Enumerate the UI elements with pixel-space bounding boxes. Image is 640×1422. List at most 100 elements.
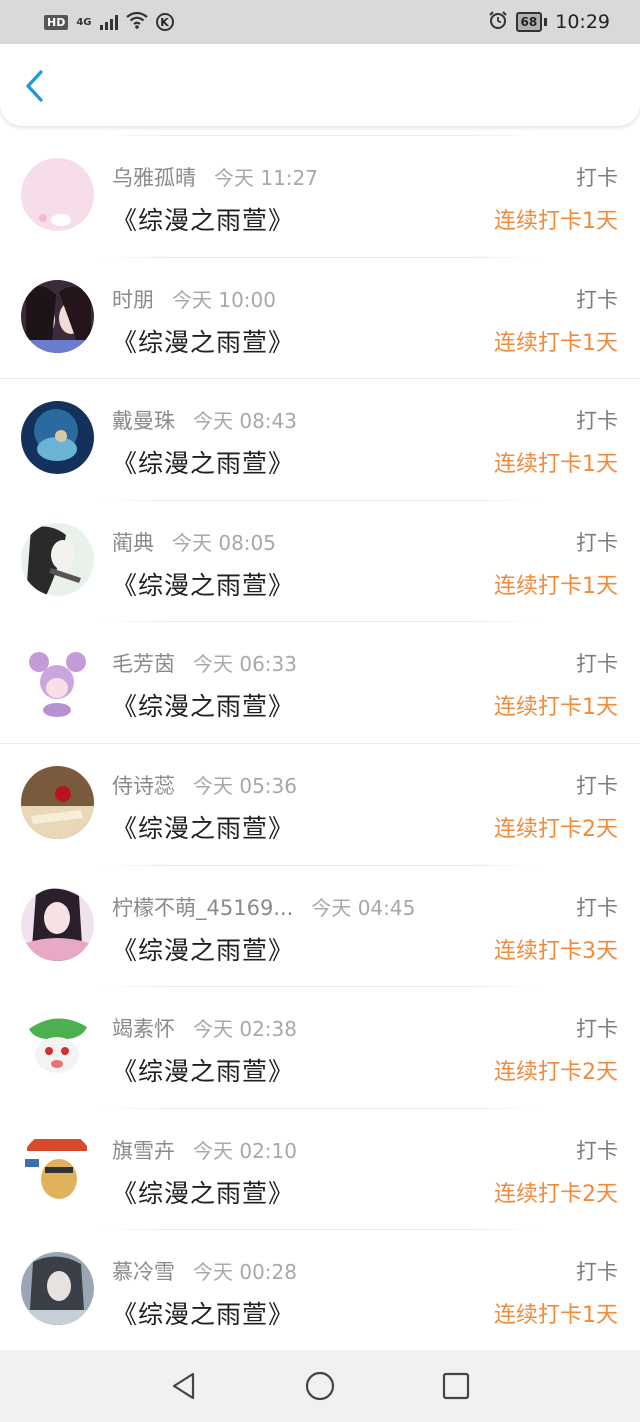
list-item[interactable]: 蔺典 今天 08:05 《综漫之雨萱》 打卡 连续打卡1天	[0, 499, 640, 622]
divider	[100, 864, 540, 866]
status-right: 68 10:29	[488, 10, 610, 35]
streak-count: 连续打卡1天	[494, 1303, 618, 1329]
user-name: 毛芳茵 今天 06:33	[112, 652, 297, 677]
book-title: 《综漫之雨萱》	[112, 206, 295, 235]
status-left: HD 4G K	[44, 11, 174, 34]
checkin-type: 打卡	[576, 409, 618, 434]
book-title: 《综漫之雨萱》	[112, 1178, 295, 1208]
avatar[interactable]	[21, 401, 94, 475]
signal-icon	[99, 14, 118, 30]
avatar[interactable]	[21, 765, 94, 839]
list-item[interactable]: 侍诗蕊 今天 05:36 《综漫之雨萱》 打卡 连续打卡2天	[0, 742, 640, 865]
avatar[interactable]	[21, 158, 94, 231]
list-item[interactable]: 乌雅孤晴 今天 11:27 《综漫之雨萱》 打卡 连续打卡1天	[0, 135, 640, 257]
avatar[interactable]	[21, 1009, 94, 1083]
streak-count: 连续打卡1天	[494, 209, 618, 234]
checkin-type: 打卡	[576, 1138, 618, 1163]
divider	[0, 742, 640, 744]
avatar[interactable]	[21, 887, 94, 961]
list-item[interactable]: 柠檬不萌_45169... 今天 04:45 《综漫之雨萱》 打卡 连续打卡3天	[0, 864, 640, 987]
avatar[interactable]	[21, 1130, 94, 1204]
checkin-type: 打卡	[576, 1260, 618, 1285]
list-item[interactable]: 戴曼珠 今天 08:43 《综漫之雨萱》 打卡 连续打卡1天	[0, 378, 640, 500]
user-name: 时朋 今天 10:00	[112, 287, 276, 312]
battery-icon: 68	[515, 12, 543, 32]
streak-count: 连续打卡2天	[494, 1060, 618, 1086]
streak-count: 连续打卡2天	[494, 816, 618, 842]
checkin-time: 今天 02:38	[193, 1017, 297, 1042]
system-nav-bar	[0, 1350, 640, 1422]
nav-recents-button[interactable]	[436, 1366, 476, 1406]
divider	[100, 986, 540, 988]
k-badge-icon: K	[155, 13, 174, 31]
checkin-time: 今天 05:36	[193, 773, 297, 798]
divider	[100, 135, 540, 136]
streak-count: 连续打卡3天	[494, 938, 618, 964]
checkin-type: 打卡	[576, 287, 618, 312]
nav-home-button[interactable]	[300, 1366, 340, 1406]
back-button[interactable]	[14, 66, 54, 106]
checkin-type: 打卡	[576, 166, 618, 190]
divider	[100, 256, 540, 258]
streak-count: 连续打卡1天	[494, 573, 618, 599]
avatar[interactable]	[21, 279, 94, 353]
checkin-list: 乌雅孤晴 今天 11:27 《综漫之雨萱》 打卡 连续打卡1天 时朋 今天 10:0…	[0, 135, 640, 1351]
list-item[interactable]: 竭素怀 今天 02:38 《综漫之雨萱》 打卡 连续打卡2天	[0, 986, 640, 1108]
checkin-time: 今天 04:45	[311, 895, 416, 920]
user-name: 乌雅孤晴 今天 11:27	[112, 166, 318, 190]
triangle-back-icon	[172, 1372, 195, 1400]
streak-count: 连续打卡1天	[494, 330, 618, 356]
user-name: 戴曼珠 今天 08:43	[112, 409, 297, 434]
list-item[interactable]: 慕冷雪 今天 00:28 《综漫之雨萱》 打卡 连续打卡1天	[0, 1229, 640, 1351]
checkin-time: 今天 10:00	[172, 287, 276, 312]
list-item[interactable]: 毛芳茵 今天 06:33 《综漫之雨萱》 打卡 连续打卡1天	[0, 621, 640, 743]
divider	[100, 1229, 540, 1231]
book-title: 《综漫之雨萱》	[112, 1057, 295, 1087]
checkin-time: 今天 06:33	[193, 652, 297, 677]
streak-count: 连续打卡2天	[494, 1181, 618, 1207]
user-name: 柠檬不萌_45169... 今天 04:45	[112, 895, 416, 920]
user-name: 蔺典 今天 08:05	[112, 530, 276, 555]
alarm-icon	[488, 10, 508, 35]
divider	[100, 499, 540, 501]
book-title: 《综漫之雨萱》	[112, 813, 295, 843]
avatar[interactable]	[21, 1252, 94, 1326]
battery-cap	[544, 18, 548, 26]
user-name: 慕冷雪 今天 00:28	[112, 1260, 297, 1285]
divider	[0, 378, 640, 380]
status-bar: HD 4G K 68 10:29	[0, 0, 640, 44]
checkin-time: 今天 08:05	[172, 530, 276, 555]
avatar[interactable]	[21, 644, 94, 718]
divider	[100, 621, 540, 623]
network-type: 4G	[76, 16, 92, 28]
user-name: 竭素怀 今天 02:38	[112, 1017, 297, 1042]
book-title: 《综漫之雨萱》	[112, 1300, 295, 1330]
divider	[100, 1107, 540, 1109]
checkin-type: 打卡	[576, 652, 618, 677]
avatar[interactable]	[21, 522, 94, 596]
book-title: 《综漫之雨萱》	[112, 570, 295, 600]
user-name: 旗雪卉 今天 02:10	[112, 1138, 297, 1163]
checkin-time: 今天 02:10	[193, 1138, 297, 1163]
book-title: 《综漫之雨萱》	[112, 935, 295, 965]
wifi-icon	[125, 11, 148, 34]
streak-count: 连续打卡1天	[494, 695, 618, 721]
checkin-time: 今天 11:27	[214, 166, 318, 190]
book-title: 《综漫之雨萱》	[112, 692, 295, 722]
checkin-type: 打卡	[576, 1017, 618, 1042]
chevron-left-icon	[26, 70, 43, 102]
book-title: 《综漫之雨萱》	[112, 449, 295, 479]
checkin-time: 今天 08:43	[193, 409, 297, 434]
nav-back-button[interactable]	[164, 1366, 204, 1406]
streak-count: 连续打卡1天	[494, 452, 618, 478]
book-title: 《综漫之雨萱》	[112, 327, 295, 357]
square-recents-icon	[442, 1372, 470, 1400]
list-item[interactable]: 时朋 今天 10:00 《综漫之雨萱》 打卡 连续打卡1天	[0, 256, 640, 379]
checkin-type: 打卡	[576, 530, 618, 555]
checkin-type: 打卡	[576, 895, 618, 920]
list-item[interactable]: 旗雪卉 今天 02:10 《综漫之雨萱》 打卡 连续打卡2天	[0, 1107, 640, 1230]
hd-badge: HD	[44, 14, 69, 30]
user-name: 侍诗蕊 今天 05:36	[112, 773, 297, 798]
checkin-time: 今天 00:28	[193, 1260, 297, 1285]
status-time: 10:29	[555, 11, 610, 33]
